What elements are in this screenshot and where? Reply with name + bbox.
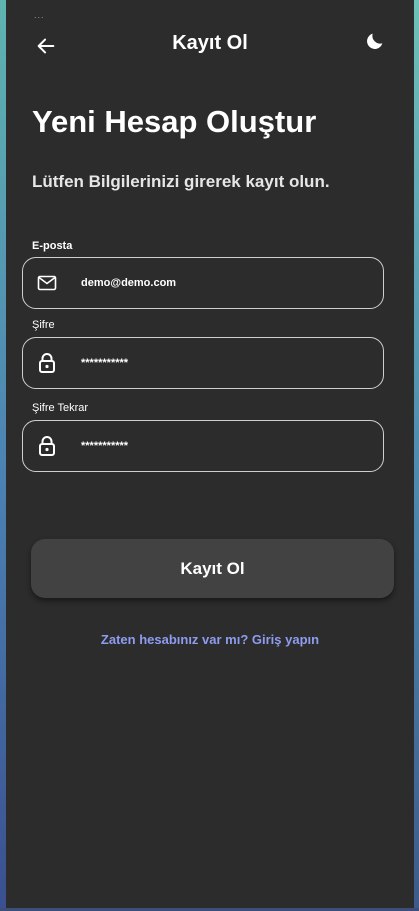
status-bar-dots: ...	[34, 10, 45, 20]
password-label: Şifre	[32, 319, 55, 331]
theme-toggle-button[interactable]	[362, 28, 388, 54]
password-repeat-value: ***********	[81, 440, 129, 452]
app-screen: ... Kayıt Ol Yeni Hesap Oluştur Lütfen B…	[6, 0, 414, 908]
register-button[interactable]: Kayıt Ol	[31, 539, 394, 598]
lock-icon	[35, 351, 59, 375]
mail-icon	[35, 271, 59, 295]
email-label: E-posta	[32, 240, 73, 252]
email-value: demo@demo.com	[81, 277, 177, 289]
login-link[interactable]: Zaten hesabınız var mı? Giriş yapın	[6, 632, 414, 647]
password-repeat-field[interactable]: ***********	[22, 420, 384, 472]
appbar-title: Kayıt Ol	[172, 32, 248, 54]
password-value: ***********	[81, 357, 129, 369]
right-edge-decoration	[414, 0, 419, 911]
password-repeat-label: Şifre Tekrar	[32, 402, 89, 414]
email-field[interactable]: demo@demo.com	[22, 257, 384, 309]
page-subtitle: Lütfen Bilgilerinizi girerek kayıt olun.	[32, 172, 330, 191]
app-bar: Kayıt Ol	[6, 22, 414, 66]
password-field[interactable]: ***********	[22, 337, 384, 389]
page-title: Yeni Hesap Oluştur	[32, 104, 317, 139]
moon-icon	[367, 33, 383, 49]
lock-icon	[35, 434, 59, 458]
